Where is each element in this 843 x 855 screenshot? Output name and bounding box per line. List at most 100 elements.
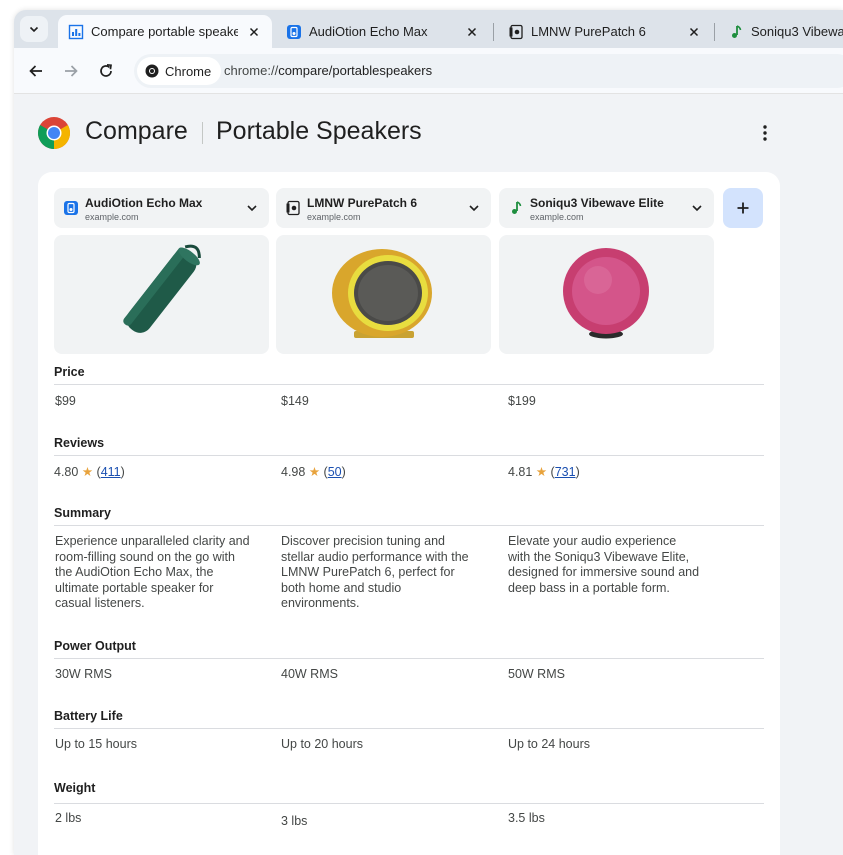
- tab-lmnw[interactable]: LMNW PurePatch 6: [498, 15, 712, 48]
- url-host: compare: [278, 63, 329, 78]
- rating-value: 4.81: [508, 465, 533, 479]
- reload-button[interactable]: [92, 57, 120, 85]
- reload-icon: [100, 63, 112, 77]
- browser-window: Compare portable speakers AudiOtion Echo…: [14, 10, 843, 855]
- chip-label: Chrome: [165, 63, 212, 79]
- chevron-down-icon[interactable]: [244, 200, 260, 216]
- product-header-audiotion[interactable]: AudiOtion Echo Max example.com: [54, 188, 269, 228]
- star-icon: ★: [535, 465, 548, 479]
- rating-value: 4.98: [281, 465, 306, 479]
- power-output-value: 30W RMS: [55, 667, 112, 681]
- price-value: $149: [281, 394, 309, 408]
- power-output-value: 40W RMS: [281, 667, 338, 681]
- paren: ): [575, 465, 580, 479]
- product-image-audiotion[interactable]: [54, 235, 269, 354]
- battery-life-value: Up to 20 hours: [281, 737, 363, 751]
- review-summary: 4.80 ★ (411): [54, 464, 125, 479]
- url-scheme: chrome://: [224, 63, 279, 78]
- product-domain: example.com: [307, 212, 361, 222]
- lmnw-favicon: [285, 200, 301, 216]
- tab-compare[interactable]: Compare portable speakers: [58, 15, 272, 48]
- arrow-left-icon: [29, 65, 42, 77]
- summary-text: Elevate your audio experience with the S…: [508, 534, 700, 595]
- chevron-down-icon[interactable]: [466, 200, 482, 216]
- music-note-favicon: [508, 200, 524, 216]
- more-options-button[interactable]: [754, 122, 776, 144]
- tab-title: Soniqu3 Vibewave Elite: [751, 24, 843, 39]
- battery-life-value: Up to 15 hours: [55, 737, 137, 751]
- weight-value: 3 lbs: [281, 814, 308, 828]
- sphere-speaker-image: [563, 248, 649, 339]
- product-name: LMNW PurePatch 6: [307, 196, 418, 210]
- star-icon: ★: [308, 465, 321, 479]
- section-divider: [54, 455, 764, 456]
- section-divider: [54, 658, 764, 659]
- summary-text: Discover precision tuning and stellar au…: [281, 534, 469, 610]
- url-text[interactable]: chrome://compare/portablespeakers: [224, 63, 432, 78]
- review-summary: 4.98 ★ (50): [281, 464, 346, 479]
- chrome-logo-icon: [37, 117, 71, 149]
- more-vert-icon: [763, 125, 767, 141]
- paren: ): [120, 465, 125, 479]
- paren: ): [341, 465, 346, 479]
- chevron-down-icon[interactable]: [689, 200, 705, 216]
- review-count-link[interactable]: 731: [555, 465, 576, 479]
- tab-search-button[interactable]: [20, 16, 48, 42]
- compare-icon: [68, 24, 84, 40]
- section-label-price: Price: [54, 365, 85, 379]
- review-count-link[interactable]: 50: [328, 465, 342, 479]
- close-icon[interactable]: [686, 24, 702, 40]
- arrow-right-icon: [65, 65, 78, 77]
- product-header-lmnw[interactable]: LMNW PurePatch 6 example.com: [276, 188, 491, 228]
- product-image-soniqu3[interactable]: [499, 235, 714, 354]
- section-label-battery-life: Battery Life: [54, 709, 123, 723]
- url-path: /portablespeakers: [328, 63, 433, 78]
- summary-text: Experience unparalleled clarity and room…: [55, 534, 250, 610]
- plus-icon: [737, 202, 749, 214]
- lmnw-favicon: [508, 24, 524, 40]
- forward-button[interactable]: [57, 57, 85, 85]
- product-image-lmnw[interactable]: [276, 235, 491, 354]
- battery-life-value: Up to 24 hours: [508, 737, 590, 751]
- tab-title: LMNW PurePatch 6: [531, 24, 646, 39]
- product-domain: example.com: [530, 212, 584, 222]
- star-icon: ★: [81, 465, 94, 479]
- tab-title: Compare portable speakers: [91, 24, 238, 39]
- tab-audiotion[interactable]: AudiOtion Echo Max: [276, 15, 490, 48]
- page-title: Portable Speakers: [216, 117, 422, 145]
- back-button[interactable]: [22, 57, 50, 85]
- music-note-favicon: [728, 24, 744, 40]
- section-label-weight: Weight: [54, 781, 96, 795]
- round-speaker-image: [332, 249, 432, 338]
- tab-soniqu3[interactable]: Soniqu3 Vibewave Elite: [718, 15, 843, 48]
- section-label-power-output: Power Output: [54, 639, 136, 653]
- add-product-button[interactable]: [723, 188, 763, 228]
- power-output-value: 50W RMS: [508, 667, 565, 681]
- price-value: $199: [508, 394, 536, 408]
- product-header-soniqu3[interactable]: Soniqu3 Vibewave Elite example.com: [499, 188, 714, 228]
- product-name: Soniqu3 Vibewave Elite: [530, 196, 664, 210]
- weight-value: 2 lbs: [55, 811, 82, 825]
- rating-value: 4.80: [54, 465, 79, 479]
- omnibox[interactable]: Chrome chrome://compare/portablespeakers: [134, 54, 843, 88]
- product-domain: example.com: [85, 212, 139, 222]
- section-divider: [54, 384, 764, 385]
- toolbar: Chrome chrome://compare/portablespeakers: [14, 48, 843, 94]
- chevron-down-icon: [29, 26, 39, 33]
- section-divider: [54, 525, 764, 526]
- tab-separator: [714, 23, 715, 41]
- title-divider: [202, 122, 203, 144]
- section-label-summary: Summary: [54, 506, 111, 520]
- tab-strip: Compare portable speakers AudiOtion Echo…: [14, 10, 843, 48]
- site-info-chip[interactable]: Chrome: [137, 57, 222, 85]
- audiotion-favicon: [286, 24, 302, 40]
- close-icon[interactable]: [246, 24, 262, 40]
- price-value: $99: [55, 394, 76, 408]
- product-name: AudiOtion Echo Max: [85, 196, 203, 210]
- review-summary: 4.81 ★ (731): [508, 464, 580, 479]
- close-icon[interactable]: [464, 24, 480, 40]
- app-title: Compare: [85, 117, 188, 145]
- section-divider: [54, 728, 764, 729]
- review-count-link[interactable]: 411: [101, 465, 121, 479]
- section-label-reviews: Reviews: [54, 436, 105, 450]
